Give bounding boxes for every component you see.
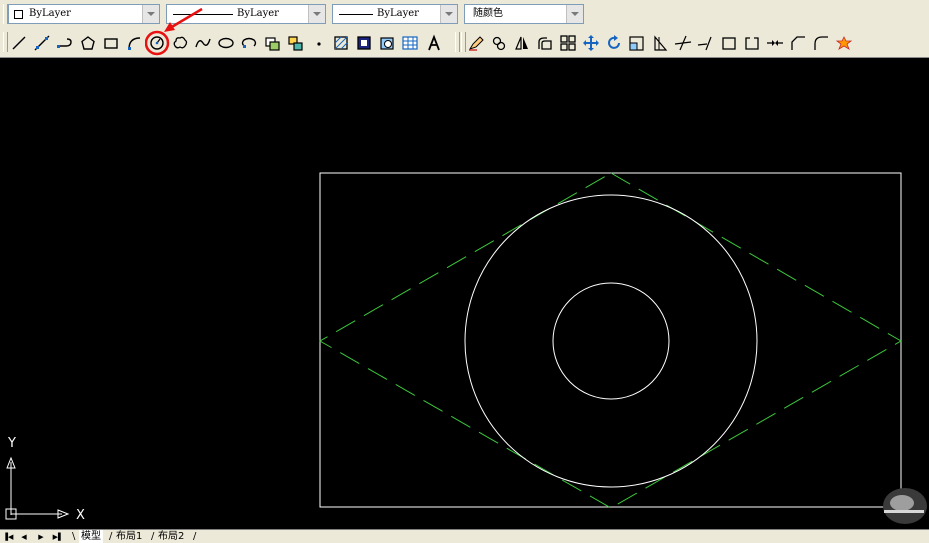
next-tab-button[interactable]: ▶: [35, 531, 47, 542]
lineweight-sample: [339, 14, 373, 15]
chevron-down-icon[interactable]: [142, 5, 159, 23]
rectangle-object[interactable]: [319, 172, 902, 508]
tab-separator: /: [109, 531, 113, 542]
offset-icon[interactable]: [535, 33, 555, 53]
polyline-icon[interactable]: [55, 33, 75, 53]
rotate-icon[interactable]: [604, 33, 624, 53]
lineweight-value: ByLayer: [377, 8, 419, 19]
toolbar-area: ByLayer ByLayer ByLayer 随颜色: [0, 0, 929, 58]
ellipse-icon[interactable]: [216, 33, 236, 53]
plotstyle-dropdown[interactable]: 随颜色: [464, 4, 584, 24]
break-at-point-icon[interactable]: [719, 33, 739, 53]
tab-separator: /: [151, 531, 155, 542]
color-swatch: [14, 10, 23, 19]
decorative-logo: [883, 488, 927, 524]
scale-icon[interactable]: [627, 33, 647, 53]
array-icon[interactable]: [558, 33, 578, 53]
gradient-icon[interactable]: [354, 33, 374, 53]
region-icon[interactable]: [377, 33, 397, 53]
ucs-y-label: Y: [7, 436, 16, 451]
copy-icon[interactable]: [489, 33, 509, 53]
break-icon[interactable]: [742, 33, 762, 53]
point-icon[interactable]: [309, 33, 329, 53]
polygon-icon[interactable]: [78, 33, 98, 53]
tab-layout2[interactable]: 布局2: [158, 530, 184, 543]
join-icon[interactable]: [765, 33, 785, 53]
table-icon[interactable]: [400, 33, 420, 53]
hatch-icon[interactable]: [331, 33, 351, 53]
spline-icon[interactable]: [193, 33, 213, 53]
chevron-down-icon[interactable]: [566, 5, 583, 23]
toolbar-grip[interactable]: [455, 32, 460, 52]
outer-circle-object[interactable]: [464, 194, 758, 488]
fillet-icon[interactable]: [811, 33, 831, 53]
insert-block-icon[interactable]: [262, 33, 282, 53]
trim-icon[interactable]: [673, 33, 693, 53]
ucs-x-label: X: [76, 508, 85, 523]
prev-tab-button[interactable]: ◀: [18, 531, 30, 542]
lineweight-dropdown[interactable]: ByLayer: [332, 4, 458, 24]
line-icon[interactable]: [9, 33, 29, 53]
tools-row: [0, 30, 929, 56]
dashed-diamond-object[interactable]: [318, 172, 902, 509]
circle-icon[interactable]: [147, 33, 167, 53]
tab-model[interactable]: 模型: [79, 530, 103, 543]
layer-dropdown[interactable]: ByLayer: [8, 4, 160, 24]
erase-icon[interactable]: [466, 33, 486, 53]
stretch-icon[interactable]: [650, 33, 670, 53]
extend-icon[interactable]: [696, 33, 716, 53]
explode-icon[interactable]: [834, 33, 854, 53]
tab-separator: /: [193, 531, 197, 542]
chamfer-icon[interactable]: [788, 33, 808, 53]
ellipse-arc-icon[interactable]: [239, 33, 259, 53]
rectangle-icon[interactable]: [101, 33, 121, 53]
construction-line-icon[interactable]: [32, 33, 52, 53]
make-block-icon[interactable]: [285, 33, 305, 53]
chevron-down-icon[interactable]: [440, 5, 457, 23]
annotation-arrow: [164, 7, 203, 32]
linetype-value: ByLayer: [237, 8, 279, 19]
layer-value: ByLayer: [29, 8, 71, 19]
inner-circle-object[interactable]: [552, 282, 670, 400]
move-icon[interactable]: [581, 33, 601, 53]
arc-icon[interactable]: [124, 33, 144, 53]
revision-cloud-icon[interactable]: [170, 33, 190, 53]
chevron-down-icon[interactable]: [308, 5, 325, 23]
last-tab-button[interactable]: ▶▌: [52, 531, 64, 542]
ucs-icon: [5, 456, 70, 520]
mirror-icon[interactable]: [512, 33, 532, 53]
drawing-canvas[interactable]: Y X: [0, 58, 929, 529]
plotstyle-value: 随颜色: [473, 8, 503, 19]
properties-toolbar: ByLayer ByLayer ByLayer 随颜色: [0, 2, 590, 27]
multiline-text-icon[interactable]: [424, 33, 444, 53]
toolbar-grip[interactable]: [3, 32, 8, 52]
layout-tabs-bar: ▐◀ ◀ ▶ ▶▌ \ 模型 / 布局1 / 布局2 /: [0, 529, 929, 543]
tab-separator: \: [72, 531, 76, 542]
tab-layout1[interactable]: 布局1: [116, 530, 142, 543]
first-tab-button[interactable]: ▐◀: [2, 531, 14, 542]
